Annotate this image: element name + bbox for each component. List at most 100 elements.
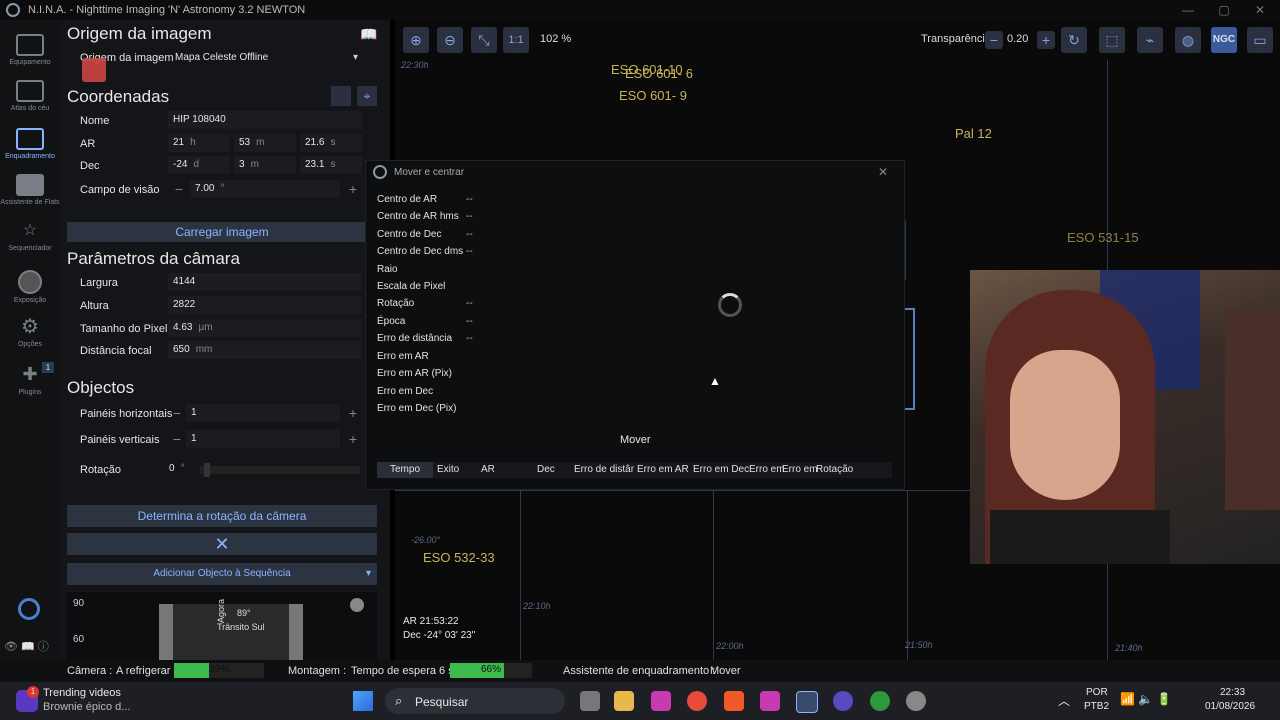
rotation-slider[interactable] [200, 463, 360, 477]
windows-start-icon[interactable] [353, 691, 373, 711]
stellarium-icon[interactable] [833, 691, 853, 711]
fov-increment-button[interactable]: + [344, 180, 362, 198]
location-pin-icon[interactable]: ⌖ [357, 86, 377, 106]
fit-icon[interactable]: ⤡ [471, 27, 497, 53]
hpanels-decrement-button[interactable]: − [168, 404, 186, 422]
minimize-icon[interactable]: — [1180, 2, 1196, 18]
load-image-button[interactable]: Carregar imagem [67, 222, 377, 242]
frame-icon[interactable]: ▭ [1247, 27, 1273, 53]
rotation-label: Rotação [80, 464, 121, 476]
globe-icon[interactable]: ◍ [1175, 27, 1201, 53]
app-icon[interactable] [760, 691, 780, 711]
column-header[interactable]: AR [481, 464, 495, 475]
gear-icon: ⚙ [21, 316, 39, 338]
left-nav: Equipamento Atlas do céu Enquadramento A… [0, 20, 60, 676]
column-header[interactable]: Tempo [377, 462, 433, 478]
language-primary[interactable]: POR [1086, 687, 1108, 698]
column-header[interactable]: Erro em AR [637, 464, 689, 475]
move-button[interactable]: Mover [620, 434, 651, 446]
transparency-value[interactable]: 0.20 [1007, 33, 1028, 45]
task-view-icon[interactable] [580, 691, 600, 711]
maximize-icon[interactable]: ▢ [1216, 2, 1232, 18]
hpanels-increment-button[interactable]: + [344, 404, 362, 422]
close-icon[interactable]: ✕ [1252, 2, 1268, 18]
column-header[interactable]: Erro de distâr [574, 464, 634, 475]
height-input[interactable]: 2822 [168, 296, 362, 314]
add-to-sequence-button[interactable]: Adicionar Objecto à Sequência ▾ [67, 563, 377, 585]
file-explorer-icon[interactable] [614, 691, 634, 711]
nav-flat-wizard[interactable]: Assistente de Flats [0, 174, 60, 206]
book-icon[interactable]: 📖 [360, 26, 377, 43]
power-icon[interactable] [18, 598, 40, 620]
focal-length-input[interactable]: 650 mm [168, 341, 362, 359]
system-tray-icons[interactable]: 📶 🔈 🔋 [1120, 692, 1172, 706]
column-header[interactable]: Exito [437, 464, 459, 475]
ra-seconds-input[interactable]: 21.6 s [300, 134, 362, 152]
result-value: -- [466, 316, 473, 327]
nav-plugins[interactable]: ✚ Plugins 1 [0, 362, 60, 396]
pixel-size-input[interactable]: 4.63 µm [168, 319, 362, 337]
fov-decrement-button[interactable]: − [170, 180, 188, 198]
ra-minutes-input[interactable]: 53 m [234, 134, 296, 152]
nav-sky-atlas[interactable]: Atlas do céu [0, 80, 60, 112]
vpanels-input[interactable]: 1 [186, 430, 340, 448]
selection-icon[interactable]: ⬚ [1099, 27, 1125, 53]
hpanels-input[interactable]: 1 [186, 404, 340, 422]
one-to-one-button[interactable]: 1:1 [503, 27, 529, 53]
vpanels-decrement-button[interactable]: − [168, 430, 186, 448]
zoom-in-icon[interactable]: ⊕ [403, 27, 429, 53]
widget-subtitle: Brownie épico d... [43, 701, 131, 713]
nav-equipment[interactable]: Equipamento [0, 34, 60, 66]
taskbar-search[interactable]: ⌕ Pesquisar [385, 688, 565, 714]
coord-label: 21:50h [905, 640, 933, 650]
app-icon[interactable] [651, 691, 671, 711]
nav-label: Sequenciador [8, 245, 52, 252]
nav-options[interactable]: ⚙ Opções [0, 316, 60, 348]
rotation-input[interactable]: 0 ° [164, 460, 194, 478]
image-source-select[interactable]: Mapa Celeste Offline ▾ [170, 49, 362, 67]
transparency-decrement-button[interactable]: − [985, 31, 1003, 49]
ra-hours-input[interactable]: 21 h [168, 134, 230, 152]
width-input[interactable]: 4144 [168, 273, 362, 291]
phd2-icon[interactable] [870, 691, 890, 711]
zoom-out-icon[interactable]: ⊖ [437, 27, 463, 53]
clock-time[interactable]: 22:33 [1220, 687, 1245, 698]
name-label: Nome [80, 115, 110, 127]
vpanels-increment-button[interactable]: + [344, 430, 362, 448]
column-header[interactable]: Erro em Dec [693, 464, 749, 475]
nav-framing[interactable]: Enquadramento [0, 128, 60, 160]
chevron-up-icon[interactable]: ︿ [1058, 692, 1070, 709]
column-header[interactable]: Erro em [782, 464, 818, 475]
column-header[interactable]: Rotação [816, 464, 853, 475]
record-icon[interactable] [350, 598, 364, 612]
column-header[interactable]: Dec [537, 464, 555, 475]
camera-status-label: Câmera : [67, 665, 113, 677]
nina-taskbar-icon[interactable] [796, 691, 818, 713]
chrome-icon[interactable] [687, 691, 707, 711]
dec-degrees-input[interactable]: -24 d [168, 156, 230, 174]
refresh-icon[interactable]: ↻ [1061, 27, 1087, 53]
mount-progress-bar: 66% [450, 663, 532, 678]
dec-minutes-input[interactable]: 3m [234, 156, 296, 174]
app-icon[interactable] [906, 691, 926, 711]
dialog-close-icon[interactable]: ✕ [878, 165, 888, 179]
determine-rotation-button[interactable]: Determina a rotação da câmera [67, 505, 377, 527]
rotation-slider-handle[interactable] [204, 463, 210, 477]
altitude-y60: 60 [73, 634, 85, 645]
name-input[interactable]: HIP 108040 [168, 111, 362, 129]
fov-input[interactable]: 7.00 ° [190, 180, 340, 198]
grid-line [905, 220, 906, 280]
ngc-button[interactable]: NGC [1211, 27, 1237, 53]
nav-sequencer[interactable]: ☆ Sequenciador [0, 220, 60, 252]
column-header[interactable]: Erro em [749, 464, 785, 475]
boundaries-icon[interactable]: ⌁ [1137, 27, 1163, 53]
widget-title[interactable]: Trending videos [43, 687, 121, 699]
vpanels-label: Painéis verticais [80, 434, 160, 446]
cancel-x-button[interactable]: ✕ [67, 533, 377, 555]
target-icon[interactable] [331, 86, 351, 106]
transparency-increment-button[interactable]: + [1037, 31, 1055, 49]
dec-seconds-input[interactable]: 23.1 s [300, 156, 362, 174]
brave-icon[interactable] [724, 691, 744, 711]
nav-imaging[interactable]: Exposição [0, 270, 60, 304]
result-value: -- [466, 333, 473, 344]
